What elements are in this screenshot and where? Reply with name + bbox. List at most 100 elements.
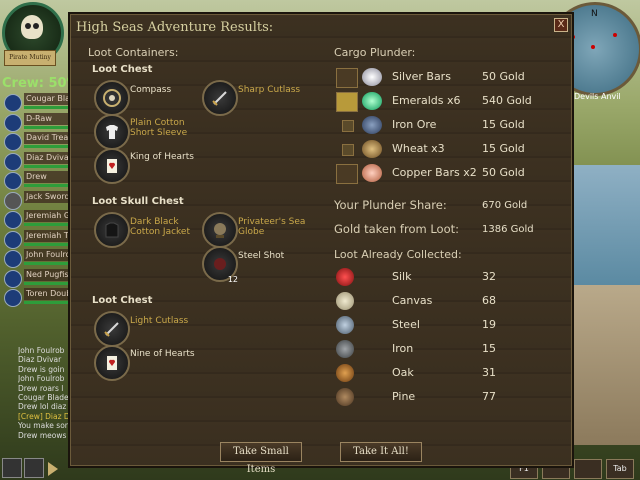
chest-name: Loot Skull Chest [92,196,184,207]
treasure-chest-icon [336,92,358,112]
chat-icon[interactable] [24,458,44,478]
panel-title: High Seas Adventure Results: [76,20,274,35]
collected-row: Iron 15 [336,340,556,358]
crew-member[interactable]: Ned Pugfish [2,268,68,288]
card-icon[interactable] [94,345,130,381]
globe-icon[interactable] [202,212,238,248]
wheat-icon [362,140,382,158]
material-amount: 32 [482,270,496,283]
small-crate-icon [342,120,354,132]
canvas-icon [336,292,354,310]
material-name: Oak [392,366,414,379]
item-count: 12 [227,275,238,284]
atk-icon [4,152,22,171]
compass-icon[interactable] [94,80,130,116]
crew-member[interactable]: Jack Swordf [2,190,68,210]
loot-item-label: Compass [130,85,172,95]
crew-member-name: Diaz Dvivar [24,151,68,164]
material-amount: 31 [482,366,496,379]
copper-bars-icon [362,164,382,182]
crate-icon [336,164,358,184]
loot-collected-header: Loot Already Collected: [334,248,462,261]
card-icon[interactable] [94,148,130,184]
pirate-icon [4,133,22,151]
crew-member[interactable]: Diaz Dvivar [2,151,68,171]
collected-row: Steel 19 [336,316,556,334]
cargo-name: Copper Bars x2 [392,166,477,179]
cutlass-icon[interactable] [94,311,130,347]
silver-bars-icon [362,68,382,86]
crew-member-name: David Treast [24,132,68,144]
oak-icon [336,364,354,382]
cargo-value: 50 Gold [482,166,525,179]
guild-name-plate: Pirate Mutiny [4,50,56,66]
close-button[interactable]: X [554,18,568,32]
loot-item-label: Dark Black Cotton Jacket [130,217,190,237]
cargo-value: 50 Gold [482,70,525,83]
cargo-name: Iron Ore [392,118,437,131]
small-crate-icon [342,144,354,156]
take-it-all-button[interactable]: Take It All! [340,442,422,462]
collected-row: Oak 31 [336,364,556,382]
cargo-row: Wheat x3 15 Gold [336,140,556,158]
collected-row: Silk 32 [336,268,556,286]
play-arrow-icon[interactable] [48,462,58,476]
pirate-icon [4,250,22,268]
loot-item-label: Plain Cotton Short Sleeve [130,118,188,138]
disconnected-icon [4,191,22,210]
pirate-icon [4,230,22,249]
cargo-row: Iron Ore 15 Gold [336,116,556,134]
cargo-row: Silver Bars 50 Gold [336,68,556,88]
loot-item-label: Steel Shot [238,251,285,261]
hotkey-slot[interactable] [574,459,602,479]
plunder-share-value: 670 Gold [482,200,528,211]
shot-icon[interactable]: 12 [202,246,238,284]
map-marker-icon [591,45,595,49]
health-bar [24,125,68,129]
cargo-name: Emeralds x6 [392,94,461,107]
pirate-icon [4,172,22,190]
crew-member-name: Drew [24,171,68,183]
iron-ore-icon [362,116,382,134]
loot-item-label: King of Hearts [130,152,194,162]
gold-from-loot-label: Gold taken from Loot: [334,222,460,236]
hotkey-slot[interactable]: Tab [606,459,634,479]
emerald-icon [362,92,382,110]
gold-from-loot-value: 1386 Gold [482,224,534,235]
crew-member[interactable]: David Treast [2,131,68,151]
jacket-icon[interactable] [94,212,130,248]
material-amount: 77 [482,390,496,403]
cargo-row: Emeralds x6 540 Gold [336,92,556,112]
cutlass-icon[interactable] [202,80,238,116]
crew-member-name: Ned Pugfish [24,268,68,281]
crew-member[interactable]: Drew [2,170,68,190]
pirate-icon [4,94,22,112]
health-bar [24,145,68,148]
crew-member-name: Cougar Blade [24,93,68,105]
pirate-icon [4,113,22,132]
material-amount: 68 [482,294,496,307]
cargo-name: Wheat x3 [392,142,445,155]
character-icon[interactable] [2,458,22,478]
skull-icon [21,15,43,39]
crew-member[interactable]: John Foulrob [2,248,68,268]
cargo-value: 540 Gold [482,94,532,107]
chest-name: Loot Chest [92,295,153,306]
crew-member[interactable]: Toren Double [2,287,68,307]
shirt-icon[interactable] [94,114,130,150]
crew-member[interactable]: Jeremiah Tru [2,229,68,249]
health-bar [24,106,68,109]
crew-member[interactable]: Jeremiah Gu [2,209,68,229]
pirate-icon [4,289,22,307]
crew-member-name: Toren Double [24,288,68,300]
health-bar [24,184,68,187]
loot-containers-header: Loot Containers: [88,46,179,59]
crew-list: Cougar Blade D-Raw David Treast Diaz Dvi… [2,92,68,307]
crew-member[interactable]: D-Raw [2,112,68,132]
atk-icon [4,269,22,288]
crew-member[interactable]: Cougar Blade [2,92,68,112]
loot-item-label: Nine of Hearts [130,349,195,359]
material-name: Pine [392,390,416,403]
health-bar [24,242,68,246]
take-small-items-button[interactable]: Take Small Items [220,442,302,475]
